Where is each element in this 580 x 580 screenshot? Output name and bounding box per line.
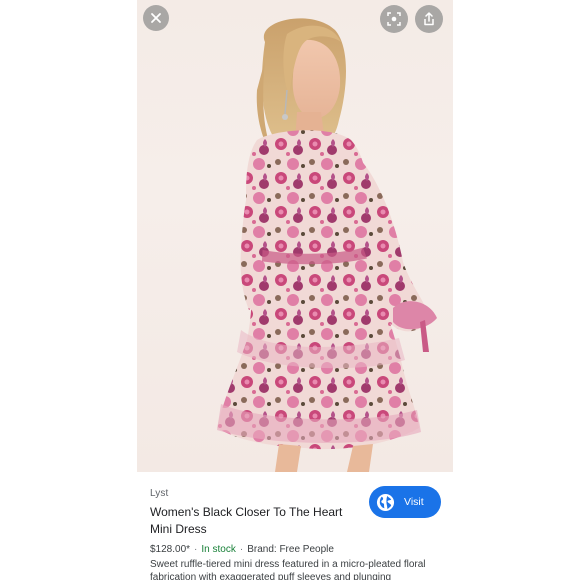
share-button[interactable] xyxy=(415,5,443,33)
globe-icon xyxy=(376,493,395,512)
close-button[interactable] xyxy=(143,5,169,31)
result-card: Lyst Women's Black Closer To The Heart M… xyxy=(137,472,453,580)
lens-button[interactable] xyxy=(380,5,408,33)
visit-label: Visit xyxy=(404,496,424,508)
separator: · xyxy=(239,544,244,555)
lens-icon xyxy=(387,12,401,26)
separator: · xyxy=(194,544,198,555)
result-title[interactable]: Women's Black Closer To The Heart Mini D… xyxy=(150,504,360,538)
result-meta: $128.00* · In stock · Brand: Free People xyxy=(150,544,334,555)
price: $128.00* xyxy=(150,544,191,555)
share-icon xyxy=(424,12,434,26)
visit-button[interactable]: Visit xyxy=(369,486,441,518)
image-viewer[interactable] xyxy=(137,0,453,472)
brand: Brand: Free People xyxy=(247,544,334,555)
result-description: Sweet ruffle-tiered mini dress featured … xyxy=(150,559,426,580)
image-result-page: Lyst Women's Black Closer To The Heart M… xyxy=(0,0,580,580)
result-source: Lyst xyxy=(150,488,169,499)
product-photo xyxy=(217,18,437,472)
stock-status: In stock xyxy=(201,544,236,555)
close-icon xyxy=(151,13,161,23)
